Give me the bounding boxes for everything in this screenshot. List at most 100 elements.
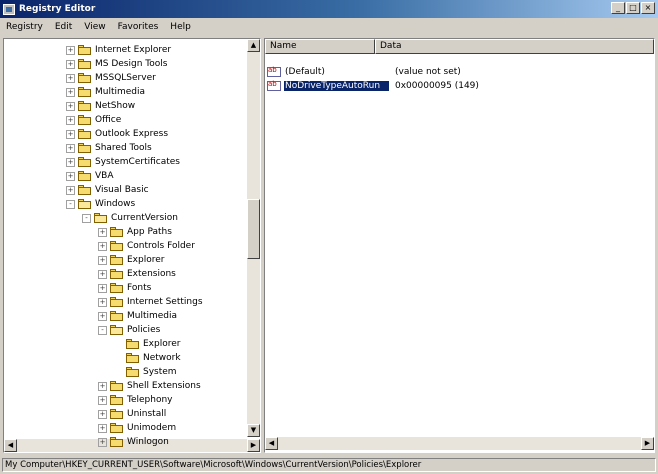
value-name: (Default)	[285, 66, 325, 77]
tree-item[interactable]: + Controls Folder	[98, 239, 195, 253]
expand-toggle-icon[interactable]: +	[66, 73, 75, 83]
tree-item[interactable]: + Internet Explorer	[66, 43, 171, 57]
tree-item[interactable]: + Multimedia	[98, 309, 177, 323]
tree-item[interactable]: - Policies	[98, 323, 160, 337]
expand-toggle-icon[interactable]: +	[98, 283, 107, 293]
tree-item-label: Shell Extensions	[127, 381, 201, 391]
close-icon[interactable]: ×	[641, 2, 655, 14]
column-header-name[interactable]: Name	[265, 39, 375, 54]
tree-item-label: Controls Folder	[127, 241, 195, 251]
expand-toggle-icon[interactable]: -	[66, 199, 75, 209]
tree-item[interactable]: + Fonts	[98, 281, 151, 295]
tree-item[interactable]: + Explorer	[98, 253, 164, 267]
value-data: 0x00000095 (149)	[395, 80, 479, 91]
tree-item[interactable]: + Shell Extensions	[98, 379, 201, 393]
tree-vertical-scrollbar[interactable]: ▲ ▼	[247, 39, 260, 437]
menu-view[interactable]: View	[84, 22, 105, 32]
expand-toggle-icon[interactable]: +	[66, 115, 75, 125]
scroll-right-arrow-icon[interactable]: ▶	[247, 439, 260, 452]
tree-item[interactable]: + Extensions	[98, 267, 176, 281]
expand-toggle-icon[interactable]: +	[66, 157, 75, 167]
tree-item[interactable]: + Telephony	[98, 393, 173, 407]
registry-key-tree[interactable]: ▲ ▼ ◀ ▶ + Internet Explorer + MS Design Too…	[3, 38, 261, 453]
scroll-left-arrow-icon[interactable]: ◀	[265, 437, 278, 450]
folder-icon	[126, 339, 139, 349]
expand-toggle-icon[interactable]: +	[98, 297, 107, 307]
expand-toggle-icon[interactable]: +	[66, 45, 75, 55]
menu-registry[interactable]: Registry	[6, 22, 43, 32]
tree-item[interactable]: + Outlook Express	[66, 127, 168, 141]
window-controls: _ □ ×	[611, 2, 655, 14]
registry-value-row[interactable]: (Default) (value not set)	[267, 65, 461, 78]
minimize-icon[interactable]: _	[611, 2, 625, 14]
expand-toggle-icon[interactable]: +	[98, 437, 107, 447]
tree-item[interactable]: System	[114, 365, 177, 379]
reg-value-icon	[267, 80, 281, 91]
tree-item[interactable]: + Winlogon	[98, 435, 169, 449]
title-bar[interactable]: Registry Editor _ □ ×	[0, 0, 658, 18]
registry-value-row[interactable]: NoDriveTypeAutoRun 0x00000095 (149)	[267, 79, 479, 92]
expand-toggle-icon[interactable]: +	[66, 171, 75, 181]
tree-item[interactable]: Explorer	[114, 337, 180, 351]
folder-icon	[78, 157, 91, 167]
menu-help[interactable]: Help	[170, 22, 191, 32]
expand-toggle-icon[interactable]: +	[66, 129, 75, 139]
tree-item[interactable]: - CurrentVersion	[82, 211, 178, 225]
expand-toggle-icon[interactable]: +	[66, 87, 75, 97]
column-header-data[interactable]: Data	[375, 39, 654, 54]
scroll-down-arrow-icon[interactable]: ▼	[247, 424, 260, 437]
expand-toggle-icon[interactable]: +	[98, 269, 107, 279]
tree-item[interactable]: + Internet Settings	[98, 295, 203, 309]
menu-favorites[interactable]: Favorites	[118, 22, 159, 32]
maximize-icon[interactable]: □	[626, 2, 640, 14]
folder-icon	[110, 395, 123, 405]
scroll-left-arrow-icon[interactable]: ◀	[4, 439, 17, 452]
expand-toggle-icon[interactable]: -	[98, 325, 107, 335]
expand-toggle-icon[interactable]: +	[66, 185, 75, 195]
list-horizontal-scrollbar[interactable]: ◀ ▶	[265, 437, 654, 450]
expand-toggle-icon[interactable]: +	[98, 227, 107, 237]
registry-values-list[interactable]: Name Data ◀ ▶ (Default) (value not set) No…	[264, 38, 655, 453]
tree-item[interactable]: + VBA	[66, 169, 114, 183]
expand-toggle-icon[interactable]: +	[98, 311, 107, 321]
window-title: Registry Editor	[19, 4, 96, 14]
tree-item[interactable]: + Multimedia	[66, 85, 145, 99]
tree-item-label: Internet Settings	[127, 297, 203, 307]
scroll-up-arrow-icon[interactable]: ▲	[247, 39, 260, 52]
tree-item[interactable]: + NetShow	[66, 99, 135, 113]
expand-toggle-icon[interactable]: +	[98, 423, 107, 433]
expand-toggle-icon[interactable]: +	[66, 143, 75, 153]
tree-item-label: Visual Basic	[95, 185, 149, 195]
registry-editor-window: Registry Editor _ □ × Registry Edit View…	[0, 0, 658, 474]
expand-toggle-icon[interactable]: +	[66, 101, 75, 111]
tree-item[interactable]: Network	[114, 351, 181, 365]
expand-toggle-icon[interactable]: +	[98, 241, 107, 251]
tree-item[interactable]: + MSSQLServer	[66, 71, 156, 85]
expand-toggle-icon[interactable]: +	[98, 395, 107, 405]
expand-toggle-icon[interactable]: +	[98, 409, 107, 419]
tree-item[interactable]: + Shared Tools	[66, 141, 152, 155]
tree-item-label: Fonts	[127, 283, 152, 293]
menu-edit[interactable]: Edit	[55, 22, 72, 32]
tree-item-label: App Paths	[127, 227, 172, 237]
expand-toggle-icon[interactable]: +	[98, 381, 107, 391]
tree-item[interactable]: - Windows	[66, 197, 135, 211]
tree-item[interactable]: + Uninstall	[98, 407, 166, 421]
tree-item[interactable]: + SystemCertificates	[66, 155, 180, 169]
scroll-thumb[interactable]	[247, 199, 260, 259]
tree-item[interactable]: + App Paths	[98, 225, 172, 239]
tree-item[interactable]: + Visual Basic	[66, 183, 149, 197]
tree-item-label: SystemCertificates	[95, 157, 180, 167]
expand-toggle-icon[interactable]: +	[98, 255, 107, 265]
tree-item[interactable]: + Unimodem	[98, 421, 176, 435]
scroll-right-arrow-icon[interactable]: ▶	[641, 437, 654, 450]
app-icon	[3, 3, 15, 15]
expand-toggle-icon[interactable]: +	[66, 59, 75, 69]
tree-item[interactable]: + Office	[66, 113, 121, 127]
expand-toggle-icon[interactable]: -	[82, 213, 91, 223]
folder-icon	[78, 45, 91, 55]
folder-icon	[78, 87, 91, 97]
folder-icon	[110, 227, 123, 237]
tree-item[interactable]: + MS Design Tools	[66, 57, 167, 71]
folder-icon	[110, 381, 123, 391]
